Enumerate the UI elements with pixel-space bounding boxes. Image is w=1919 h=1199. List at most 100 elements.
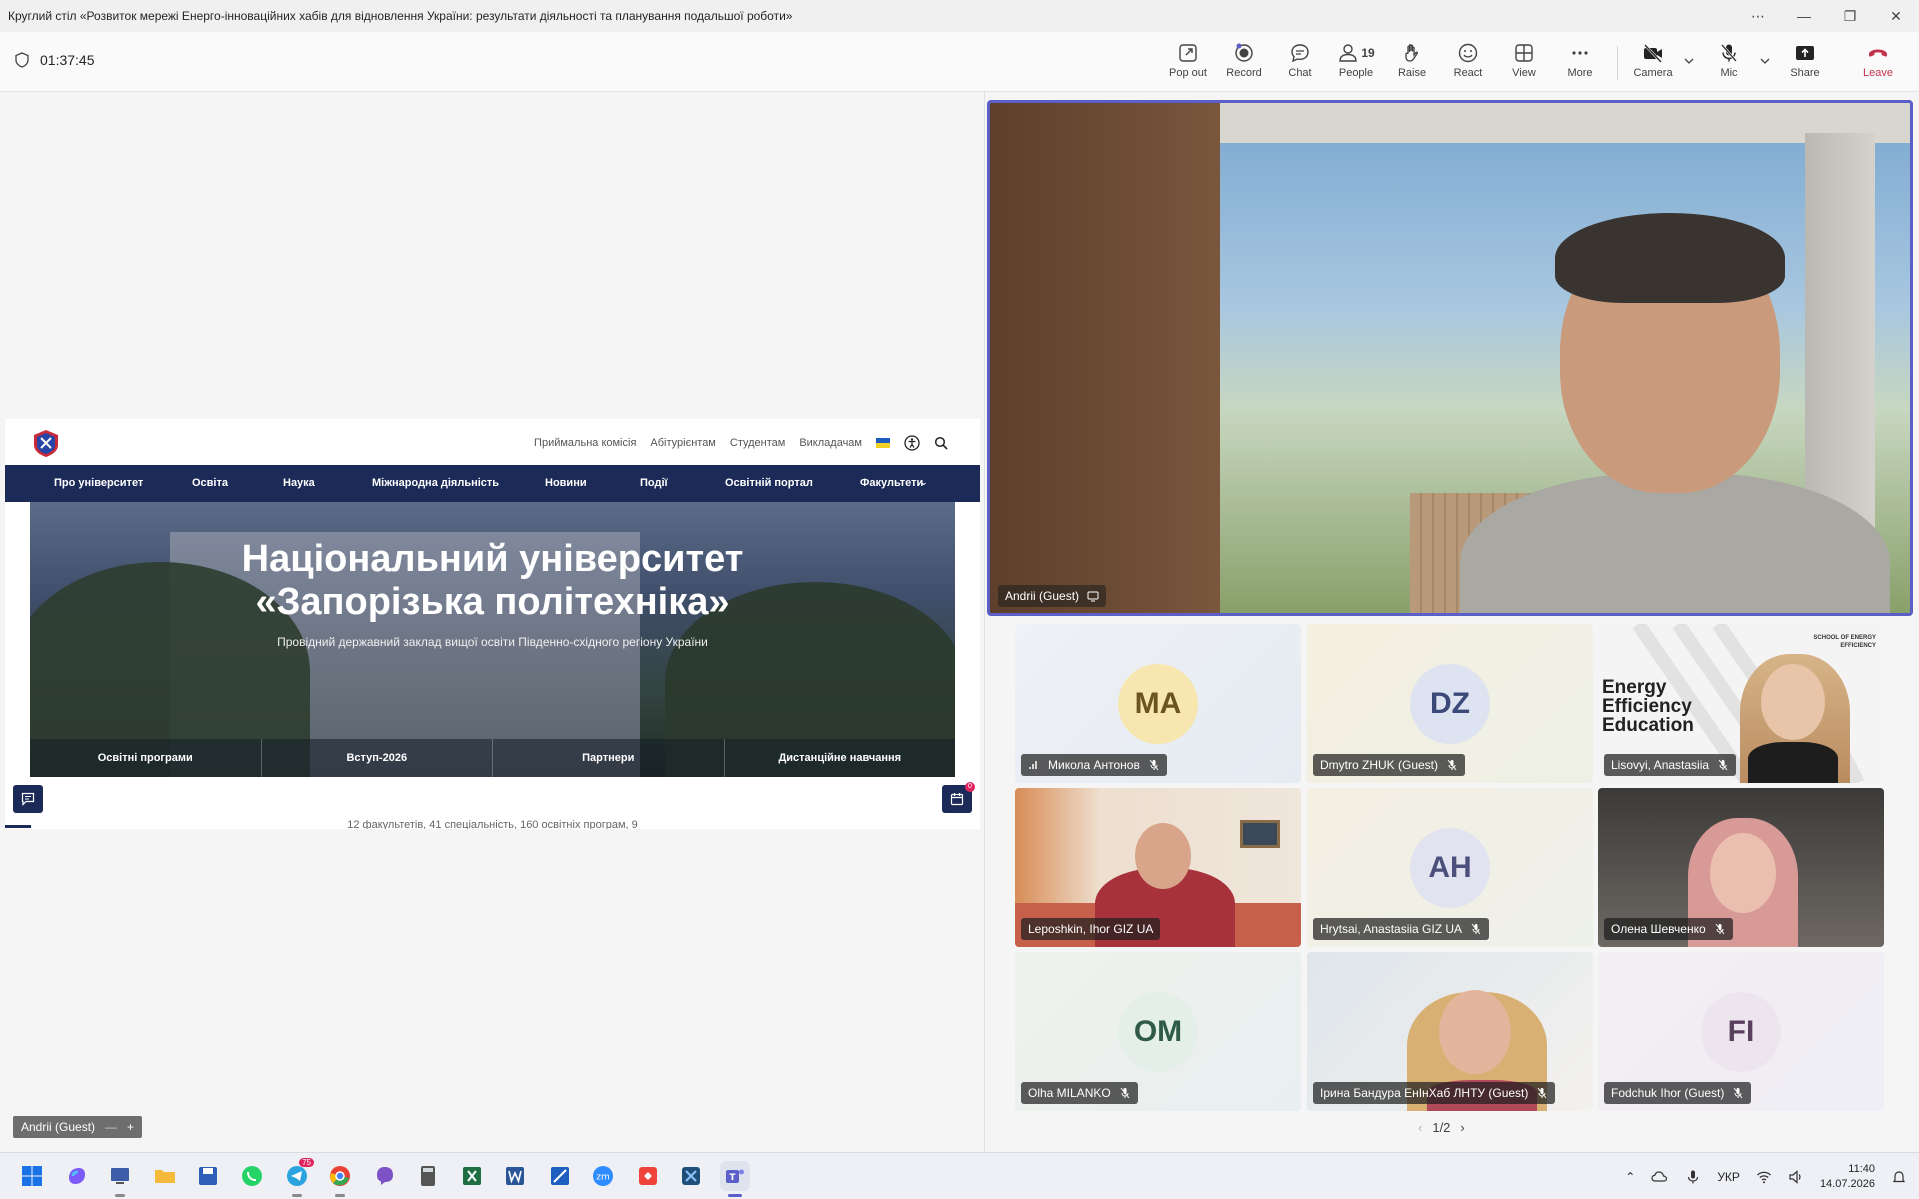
quick-link-admission[interactable]: Вступ-2026 [262, 739, 493, 777]
notifications-icon[interactable] [1891, 1169, 1907, 1185]
leave-button[interactable]: Leave [1850, 40, 1906, 86]
whatsapp-icon [242, 1166, 262, 1186]
quick-link-programs[interactable]: Освітні програми [30, 739, 262, 777]
top-link-applicants[interactable]: Абітурієнтам [650, 437, 715, 449]
camera-label: Camera [1633, 67, 1673, 79]
telegram-app[interactable]: 75 [282, 1158, 314, 1197]
participant-tile[interactable]: Олена Шевченко [1598, 788, 1884, 947]
participant-name-tag: Olha MILANKO [1021, 1082, 1138, 1104]
excel-icon [463, 1167, 481, 1185]
whatsapp-app[interactable] [237, 1161, 267, 1191]
zoom-app[interactable]: zm [588, 1161, 618, 1191]
explorer-app[interactable] [150, 1161, 180, 1191]
participant-name-tag: Dmytro ZHUK (Guest) [1313, 754, 1466, 776]
minimize-icon[interactable]: — [1781, 0, 1827, 32]
site-top-links: Приймальна комісія Абітурієнтам Студента… [534, 435, 948, 451]
close-icon[interactable]: ✕ [1873, 0, 1919, 32]
participant-tile[interactable]: Leposhkin, Ihor GIZ UA [1015, 788, 1301, 947]
ellipsis-icon [1572, 51, 1588, 55]
share-button[interactable]: Share [1777, 40, 1833, 86]
excel-app[interactable] [457, 1161, 487, 1191]
word-app[interactable] [500, 1161, 530, 1191]
participant-name-tag: Hrytsai, Anastasiia GIZ UA [1313, 918, 1490, 940]
top-link-admissions[interactable]: Приймальна комісія [534, 437, 636, 449]
drawing-app[interactable] [545, 1161, 575, 1191]
react-button[interactable]: React [1440, 40, 1496, 86]
mic-off-icon [1721, 44, 1737, 62]
nav-science[interactable]: Наука [283, 477, 315, 489]
participant-tile[interactable]: OM Olha MILANKO [1015, 952, 1301, 1111]
pop-out-button[interactable]: Pop out [1160, 40, 1216, 86]
computer-icon [111, 1168, 129, 1184]
file-manager-app[interactable] [105, 1161, 135, 1197]
clock[interactable]: 11:40 14.07.2026 [1820, 1162, 1875, 1192]
nav-faculties[interactable]: Факультети [860, 477, 923, 489]
chevron-right-icon[interactable]: › [1460, 1120, 1464, 1135]
microphone-icon[interactable] [1685, 1169, 1701, 1185]
view-button[interactable]: View [1496, 40, 1552, 86]
chevron-up-icon[interactable]: ⌃ [1625, 1170, 1635, 1184]
participant-name-tag: Fodchuk Ihor (Guest) [1604, 1082, 1752, 1104]
accessibility-icon[interactable] [904, 435, 920, 451]
wifi-icon[interactable] [1756, 1169, 1772, 1185]
nav-international[interactable]: Міжнародна діяльність [372, 477, 499, 489]
more-button[interactable]: More [1552, 40, 1608, 86]
vpn-app[interactable] [676, 1161, 706, 1191]
restore-icon[interactable]: ❐ [1827, 0, 1873, 32]
nav-about[interactable]: Про університет [54, 477, 143, 489]
presenter-name-tag[interactable]: Andrii (Guest) — + [13, 1116, 143, 1138]
hang-up-icon [1869, 49, 1887, 57]
teams-app[interactable]: T [720, 1161, 750, 1197]
plus-icon[interactable]: + [127, 1120, 134, 1134]
nav-education[interactable]: Освіта [192, 477, 228, 489]
search-icon[interactable] [934, 436, 948, 450]
mic-off-icon [1447, 759, 1457, 771]
mic-options-chevron-icon[interactable] [1758, 54, 1772, 68]
viber-app[interactable] [370, 1161, 400, 1191]
message-icon [21, 792, 35, 806]
chrome-app[interactable] [325, 1161, 355, 1197]
participant-tile[interactable]: FI Fodchuk Ihor (Guest) [1598, 952, 1884, 1111]
keyboard-language[interactable]: УКР [1717, 1170, 1740, 1184]
people-button[interactable]: 19 People [1328, 40, 1384, 86]
nav-portal[interactable]: Освітній портал [725, 477, 813, 489]
toolbar-divider [1617, 46, 1618, 80]
camera-button[interactable]: Camera [1625, 40, 1681, 86]
participant-tile[interactable]: AH Hrytsai, Anastasiia GIZ UA [1307, 788, 1593, 947]
feedback-button[interactable] [13, 785, 43, 813]
mic-off-icon [1538, 1087, 1547, 1099]
calendar-button[interactable]: 0 [942, 782, 975, 813]
nav-events[interactable]: Події [640, 477, 668, 489]
mic-button[interactable]: Mic [1701, 40, 1757, 86]
participant-name: Olha MILANKO [1028, 1086, 1111, 1100]
raise-hand-button[interactable]: Raise [1384, 40, 1440, 86]
top-link-teachers[interactable]: Викладачам [799, 437, 862, 449]
share-icon [1796, 46, 1814, 60]
main-speaker-video[interactable]: Andrii (Guest) [987, 100, 1913, 616]
calculator-app[interactable] [413, 1161, 443, 1191]
save-app[interactable] [193, 1161, 223, 1191]
participant-tile[interactable]: MA Микола Антонов [1015, 624, 1301, 783]
quick-link-distance[interactable]: Дистанційне навчання [725, 739, 956, 777]
windows-taskbar: 75 zm T ⌃ УКР 11:40 14.07.2026 [0, 1152, 1919, 1199]
camera-options-chevron-icon[interactable] [1682, 54, 1696, 68]
anydesk-app[interactable] [633, 1161, 663, 1191]
chevron-left-icon[interactable]: ‹ [1418, 1120, 1422, 1135]
chat-button[interactable]: Chat [1272, 40, 1328, 86]
copilot-app[interactable] [62, 1161, 92, 1191]
ukraine-flag-icon[interactable] [876, 438, 890, 448]
cloud-icon[interactable] [1651, 1168, 1669, 1186]
quick-link-partners[interactable]: Партнери [493, 739, 725, 777]
speaker-icon[interactable] [1788, 1169, 1804, 1185]
participant-video-face [1439, 990, 1511, 1074]
top-link-students[interactable]: Студентам [730, 437, 785, 449]
minus-icon[interactable]: — [105, 1120, 117, 1134]
participant-tile[interactable]: Ірина Бандура ЕнІнХаб ЛНТУ (Guest) [1307, 952, 1593, 1111]
start-button[interactable] [17, 1161, 47, 1191]
participant-tile[interactable]: DZ Dmytro ZHUK (Guest) [1307, 624, 1593, 783]
svg-text:zm: zm [596, 1173, 610, 1183]
record-button[interactable]: Record [1216, 40, 1272, 86]
more-icon[interactable]: ⋯ [1735, 0, 1781, 32]
nav-news[interactable]: Новини [545, 477, 587, 489]
participant-tile[interactable]: Energy Efficiency Education SCHOOL OF EN… [1598, 624, 1884, 783]
